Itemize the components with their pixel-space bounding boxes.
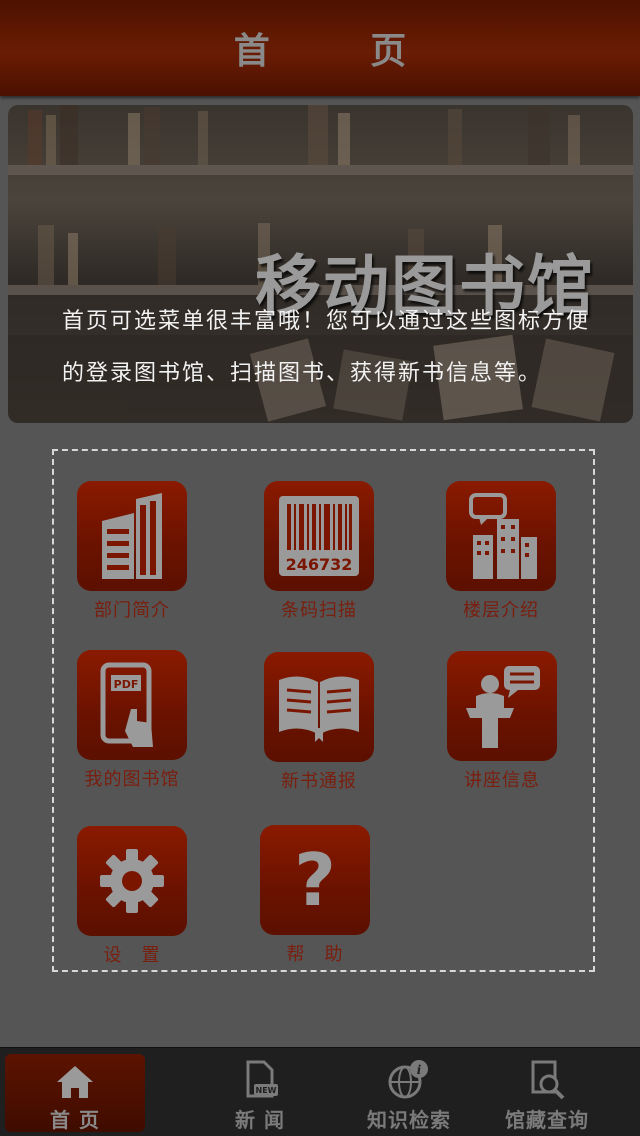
menu-item-label: 设 置 [103, 945, 161, 966]
menu-item-lectures[interactable]: 讲座信息 [442, 651, 562, 792]
tab-knowledge-search[interactable]: i 知识检索 [339, 1054, 479, 1132]
svg-text:PDF: PDF [114, 678, 139, 691]
globe-info-icon: i [339, 1060, 479, 1100]
news-icon: NEW [190, 1060, 330, 1100]
gear-icon [77, 826, 187, 936]
tab-label: 首 页 [50, 1108, 100, 1132]
news-badge: NEW [256, 1086, 277, 1095]
menu-item-label: 新书通报 [281, 771, 357, 792]
tab-label: 馆藏查询 [505, 1108, 589, 1132]
tab-collection-search[interactable]: 馆藏查询 [477, 1054, 617, 1132]
tab-label: 新 闻 [235, 1108, 285, 1132]
menu-item-label: 讲座信息 [464, 770, 540, 791]
lecture-icon [447, 651, 557, 761]
menu-item-label: 帮 助 [286, 944, 344, 965]
tab-news[interactable]: NEW 新 闻 [190, 1054, 330, 1132]
menu-item-my-library[interactable]: PDF 我的图书馆 [72, 650, 192, 791]
menu-item-label: 部门简介 [94, 600, 170, 621]
menu-item-label: 我的图书馆 [84, 769, 180, 790]
tab-home[interactable]: 首 页 [5, 1054, 145, 1132]
buildings-icon [77, 481, 187, 591]
pdf-tablet-icon: PDF [77, 650, 187, 760]
building-speech-icon [446, 481, 556, 591]
menu-item-help[interactable]: ? 帮 助 [255, 825, 375, 966]
question-icon: ? [260, 825, 370, 935]
menu-item-label: 楼层介绍 [463, 600, 539, 621]
svg-text:i: i [417, 1063, 422, 1077]
menu-item-department[interactable]: 部门简介 [72, 481, 192, 622]
barcode-icon: 246732 [264, 481, 374, 591]
banner-intro-text: 首页可选菜单很丰富哦！您可以通过这些图标方便的登录图书馆、扫描图书、获得新书信息… [62, 309, 591, 386]
search-document-icon [477, 1060, 617, 1100]
menu-item-new-books[interactable]: 新书通报 [259, 652, 379, 793]
bottom-tab-bar: 首 页 NEW 新 闻 i 知识检索 馆藏查询 [0, 1047, 640, 1136]
menu-item-barcode-scan[interactable]: 246732 条码扫描 [259, 481, 379, 622]
title-bar: 首 页 [0, 0, 640, 96]
open-book-icon [264, 652, 374, 762]
menu-item-settings[interactable]: 设 置 [72, 826, 192, 967]
menu-item-label: 条码扫描 [281, 600, 357, 621]
tab-label: 知识检索 [367, 1108, 451, 1132]
menu-item-floor-intro[interactable]: 楼层介绍 [441, 481, 561, 622]
barcode-number: 246732 [286, 555, 353, 574]
page-title: 首 页 [233, 31, 451, 72]
home-icon [5, 1060, 145, 1100]
